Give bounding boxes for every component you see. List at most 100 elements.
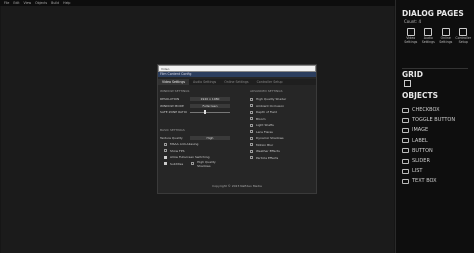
dialog-pages-count: Count: 4	[404, 19, 422, 24]
dialog-search-input[interactable]: Video	[158, 65, 316, 72]
speaker-icon	[424, 28, 433, 36]
object-item[interactable]: BUTTON	[402, 146, 455, 156]
object-item[interactable]: CHECKBOX	[402, 105, 455, 115]
dialog-page-item[interactable]: Controller Setup	[455, 28, 473, 44]
checkbox[interactable]	[250, 143, 253, 147]
checkbox-label: Ambient Occlusion	[256, 103, 285, 108]
object-label: LABEL	[412, 137, 428, 144]
checkbox[interactable]	[250, 110, 253, 114]
tab-online-settings[interactable]: Online Settings	[220, 79, 252, 85]
checkbox[interactable]	[164, 155, 167, 159]
checkbox-label: Show FPS	[170, 148, 185, 153]
checkbox[interactable]	[250, 97, 253, 101]
slider-handle[interactable]	[204, 110, 206, 115]
checkbox-label: Subtitles	[170, 161, 184, 166]
object-label: CHECKBOX	[412, 107, 440, 114]
checkbox-label: High Quality Shader	[256, 97, 287, 102]
checkbox[interactable]	[164, 149, 167, 153]
window-mode-dropdown[interactable]: Fullscreen	[190, 103, 230, 108]
checkbox[interactable]	[191, 162, 195, 166]
checkbox[interactable]	[250, 136, 253, 140]
dialog-page-item[interactable]: Video Settings	[402, 28, 420, 44]
object-item[interactable]: LABEL	[402, 136, 455, 146]
advanced-settings-heading: ADVANCED SETTINGS	[250, 89, 283, 93]
checkbox[interactable]	[250, 149, 253, 153]
object-item[interactable]: TEXT BOX	[402, 176, 455, 186]
object-item[interactable]: IMAGE	[402, 125, 455, 135]
list-icon	[402, 168, 409, 174]
gamepad-icon	[459, 28, 468, 36]
dialog-page-label: Audio Settings	[421, 36, 435, 44]
right-panel: DIALOG PAGES Count: 4 Video Settings Audi…	[395, 0, 474, 253]
dialog-page-item[interactable]: Online Settings	[437, 28, 455, 44]
resolution-label: RESOLUTION	[160, 97, 180, 102]
objects-list: CHECKBOX TOGGLE BUTTON IMAGE LABEL BUTTON SLI…	[402, 105, 455, 187]
object-item[interactable]: LIST	[402, 166, 455, 176]
basic-settings-heading: BASIC SETTINGS	[160, 127, 185, 132]
right-column: ADVANCED SETTINGS High Quality Shader Amb…	[250, 89, 324, 161]
checkbox-label: Lens Flares	[256, 129, 273, 134]
dialog-pages-title: DIALOG PAGES	[402, 9, 464, 18]
safe-zone-slider[interactable]	[190, 110, 230, 115]
checkbox-label: Motion Blur	[256, 142, 274, 147]
checkbox-label: Allow Fullscreen Switching	[170, 155, 210, 160]
resolution-dropdown[interactable]: 1920 x 1080	[190, 97, 230, 102]
safe-zone-label: SAFE ZONE RATIO	[160, 110, 187, 115]
dialog-pages-list: Video Settings Audio Settings Online Setti…	[402, 28, 472, 46]
checkbox[interactable]	[250, 123, 253, 127]
dialog-header-text: Film Content Config	[160, 72, 192, 77]
object-label: TOGGLE BUTTON	[412, 117, 456, 124]
checkbox-label: Light Shafts	[256, 123, 274, 128]
checkbox-row: Particle Effects	[250, 155, 324, 162]
checkbox-label: Weather Effects	[256, 149, 280, 154]
object-item[interactable]: SLIDER	[402, 156, 455, 166]
grid-icon[interactable]	[404, 80, 411, 87]
object-label: TEXT BOX	[412, 178, 437, 185]
slider-icon	[402, 158, 409, 164]
checkbox-label: Particle Effects	[256, 155, 279, 160]
image-icon	[402, 127, 409, 133]
search-value: Video	[161, 66, 170, 71]
dialog-page-item[interactable]: Audio Settings	[420, 28, 438, 44]
dialog-header: Film Content Config	[158, 72, 316, 77]
tab-controller-setup[interactable]: Controller Setup	[253, 79, 287, 85]
object-label: LIST	[412, 168, 423, 175]
texture-quality-dropdown[interactable]: High	[190, 135, 230, 140]
dialog-tabs: Video Settings Audio Settings Online Set…	[158, 79, 316, 85]
button-icon	[402, 148, 409, 154]
checkbox-label: Dynamic Shadows	[256, 136, 284, 141]
tab-video-settings[interactable]: Video Settings	[158, 79, 190, 85]
left-column: WINDOW SETTINGS RESOLUTION 1920 x 1080 W…	[160, 89, 234, 168]
bottom-checks-row: Subtitles High Quality Shadows	[160, 159, 234, 168]
window-settings-heading: WINDOW SETTINGS	[160, 89, 190, 93]
checkbox[interactable]	[250, 104, 253, 108]
dialog-footer: Copyright © 2023 Nafideo Media	[212, 184, 262, 188]
monitor-icon	[406, 28, 415, 36]
grid-title: GRID	[402, 70, 423, 79]
object-label: SLIDER	[412, 158, 430, 165]
checkbox[interactable]	[250, 117, 253, 121]
tab-audio-settings[interactable]: Audio Settings	[189, 79, 220, 85]
object-label: IMAGE	[412, 127, 429, 134]
checkbox[interactable]	[250, 156, 253, 160]
globe-icon	[441, 28, 450, 36]
checkbox[interactable]	[250, 130, 253, 134]
checkbox[interactable]	[164, 162, 167, 166]
dialog-page-label: Controller Setup	[455, 36, 472, 44]
toggle-icon	[402, 117, 409, 123]
checkbox-label: MSAA Anti-Aliasing	[170, 142, 199, 147]
divider	[402, 68, 468, 69]
checkbox-label: Bloom	[256, 116, 266, 121]
checkbox-label: Depth of Field	[256, 110, 277, 115]
textbox-icon	[402, 178, 409, 184]
object-label: BUTTON	[412, 147, 433, 154]
settings-dialog: Video Film Content Config Video Settings…	[157, 64, 317, 194]
objects-title: OBJECTS	[402, 91, 439, 100]
checkbox-label: High Quality Shadows	[197, 159, 216, 168]
checkbox[interactable]	[164, 142, 167, 146]
dialog-page-label: Online Settings	[439, 36, 453, 44]
texture-quality-label: Texture Quality	[160, 135, 183, 140]
checkbox-icon	[402, 107, 409, 113]
dialog-page-label: Video Settings	[404, 36, 418, 44]
object-item[interactable]: TOGGLE BUTTON	[402, 115, 455, 125]
